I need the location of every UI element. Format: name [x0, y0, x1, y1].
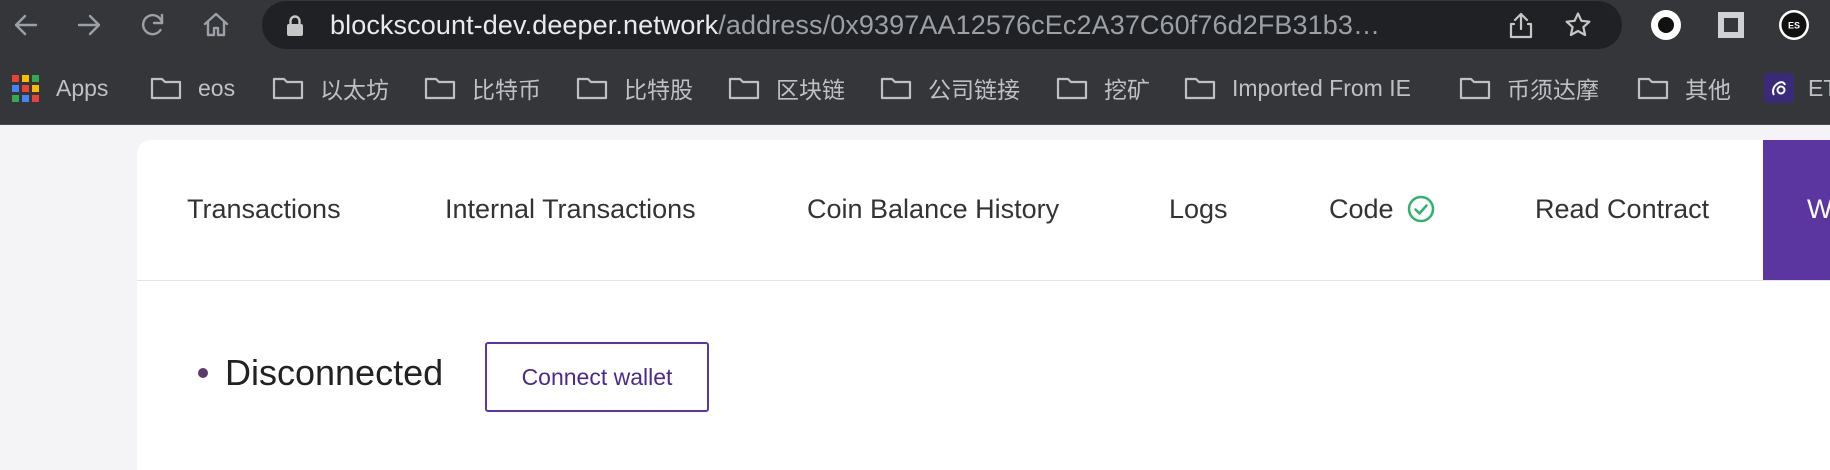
folder-icon [150, 77, 182, 100]
tab-coin-balance-history[interactable]: Coin Balance History [807, 192, 1059, 226]
url-path: /address/0x9397AA12576cEc2A37C60f76d2FB3… [718, 10, 1381, 40]
bookmark-folder-eos[interactable]: eos [150, 73, 235, 103]
connect-wallet-button[interactable]: Connect wallet [485, 342, 709, 412]
address-card: Transactions Internal Transactions Coin … [137, 140, 1830, 470]
tab-code[interactable]: Code [1329, 192, 1436, 226]
share-icon [1509, 12, 1533, 39]
extension-record-button[interactable] [1649, 8, 1683, 42]
bookmark-label: 挖矿 [1104, 77, 1150, 103]
folder-icon [1637, 77, 1669, 100]
arrow-left-icon [14, 14, 38, 36]
tab-write-contract-label: W [1807, 194, 1830, 224]
es-extension-label: ES [1788, 21, 1800, 31]
es-extension-icon: ES [1779, 10, 1809, 40]
forward-button[interactable] [69, 5, 109, 45]
folder-icon [1056, 77, 1088, 100]
extension-es-button[interactable]: ES [1777, 8, 1811, 42]
url-host: blockscount-dev.deeper.network [330, 10, 719, 40]
bookmark-et[interactable]: ET [1764, 73, 1830, 103]
bookmark-label: 区块链 [776, 77, 845, 103]
bookmark-label: eos [198, 74, 236, 101]
bookmark-label: ET [1808, 74, 1830, 101]
bookmark-apps[interactable]: Apps [12, 73, 108, 103]
extension-window-button[interactable] [1714, 8, 1748, 42]
bookmark-label: 币须达摩 [1507, 77, 1599, 103]
tab-internal-transactions[interactable]: Internal Transactions [445, 192, 696, 226]
share-button[interactable] [1506, 10, 1536, 40]
bookmark-folder-imported[interactable]: Imported From IE [1184, 73, 1411, 103]
bookmark-folder-bitshares[interactable]: 比特股 [576, 73, 693, 103]
bookmark-label: 比特股 [624, 77, 693, 103]
record-extension-icon [1651, 10, 1681, 40]
folder-icon [1459, 77, 1491, 100]
bookmark-folder-other[interactable]: 其他 [1637, 73, 1731, 103]
browser-toolbar: blockscount-dev.deeper.network/address/0… [0, 0, 1830, 50]
bookmarks-bar: Apps eos 以太坊 比特币 比特股 区块链 公司链接 挖矿 Importe… [0, 50, 1830, 125]
bookmark-label: Imported From IE [1232, 74, 1411, 101]
star-icon [1565, 12, 1591, 37]
folder-icon [880, 77, 912, 100]
bookmark-label: 公司链接 [928, 77, 1020, 103]
tab-transactions[interactable]: Transactions [187, 192, 341, 226]
folder-icon [1184, 77, 1216, 100]
et-favicon-icon [1764, 73, 1794, 103]
bookmark-label: Apps [56, 74, 109, 101]
bookmark-label: 以太坊 [320, 77, 389, 103]
bookmark-folder-bixudamo[interactable]: 币须达摩 [1459, 73, 1599, 103]
bookmark-star-button[interactable] [1563, 10, 1593, 40]
bookmark-folder-bitcoin[interactable]: 比特币 [424, 73, 541, 103]
reload-icon [141, 13, 164, 36]
tab-read-contract[interactable]: Read Contract [1535, 192, 1709, 226]
bookmark-label: 比特币 [472, 77, 541, 103]
tab-write-contract[interactable]: W [1763, 140, 1830, 280]
url-text[interactable]: blockscount-dev.deeper.network/address/0… [330, 10, 1380, 40]
verified-check-icon [1407, 195, 1434, 223]
bookmark-folder-ethereum[interactable]: 以太坊 [272, 73, 389, 103]
connection-status-dot [198, 368, 208, 378]
apps-grid-icon [12, 74, 39, 102]
bookmark-folder-blockchain[interactable]: 区块链 [728, 73, 845, 103]
arrow-right-icon [77, 14, 101, 36]
bookmark-folder-company-links[interactable]: 公司链接 [880, 73, 1020, 103]
connection-status: Disconnected [225, 352, 444, 393]
address-tabs: Transactions Internal Transactions Coin … [137, 140, 1830, 281]
window-extension-icon [1718, 12, 1744, 38]
home-icon [203, 12, 229, 37]
bookmark-folder-mining[interactable]: 挖矿 [1056, 73, 1150, 103]
folder-icon [272, 77, 304, 100]
bookmark-label: 其他 [1685, 77, 1731, 103]
home-button[interactable] [196, 5, 236, 45]
folder-icon [576, 77, 608, 100]
folder-icon [424, 77, 456, 100]
back-button[interactable] [6, 5, 46, 45]
address-bar[interactable]: blockscount-dev.deeper.network/address/0… [262, 1, 1622, 49]
tab-logs[interactable]: Logs [1169, 192, 1228, 226]
tab-code-label: Code [1329, 194, 1394, 224]
lock-icon[interactable] [286, 15, 304, 37]
folder-icon [728, 77, 760, 100]
reload-button[interactable] [133, 5, 173, 45]
